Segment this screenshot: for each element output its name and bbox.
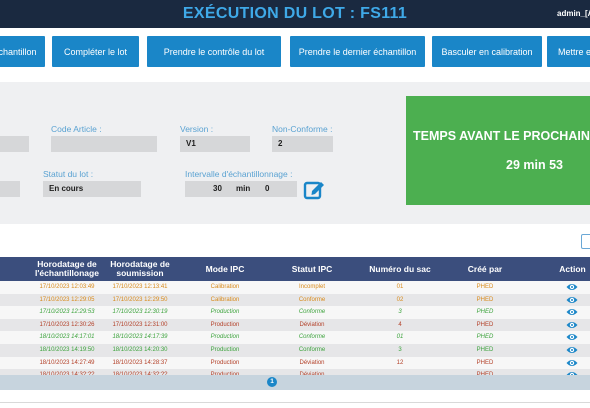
cell-bag-number: 3 (398, 347, 402, 353)
eye-icon[interactable] (566, 345, 578, 355)
cell-mode-ipc: Production (210, 347, 240, 353)
eye-icon[interactable] (566, 307, 578, 317)
cell-bag-number: 4 (398, 321, 402, 328)
cell-mode-ipc: Production (210, 321, 240, 328)
cell-submission-time: 17/10/2023 12:30:19 (112, 309, 168, 316)
cell-statut-ipc: Conforme (298, 347, 326, 353)
col-bag-number[interactable]: Numéro du sac (355, 257, 445, 281)
cell-submission-time: 17/10/2023 12:29:50 (112, 296, 168, 303)
cell-bag-number: 02 (396, 296, 404, 303)
version-label: Version : (180, 124, 214, 134)
cell-mode-ipc: Calibration (210, 296, 240, 303)
eye-icon[interactable] (566, 295, 578, 305)
complete-lot-button[interactable]: Compléter le lot (52, 36, 139, 67)
sample-button[interactable]: chantillon (0, 36, 45, 67)
action-toolbar: chantillon Compléter le lot Prendre le c… (0, 28, 590, 76)
intervalle-unit: min (236, 184, 251, 193)
col-created-by[interactable]: Créé par (445, 257, 525, 281)
non-conforme-label: Non-Conforme : (272, 124, 333, 134)
edit-square-icon[interactable] (303, 178, 325, 200)
table-row[interactable]: 17/10/2023 12:29:05 17/10/2023 12:29:50 Ca… (0, 293, 590, 307)
timer-value: 29 min 53 (506, 158, 563, 172)
cell-mode-ipc: Production (210, 334, 240, 341)
table-row[interactable]: 17/10/2023 12:03:49 17/10/2023 12:13:41 Ca… (0, 281, 590, 294)
cell-created-by: PHED (476, 334, 494, 341)
cell-submission-time: 18/10/2023 14:20:30 (112, 347, 168, 353)
cell-statut-ipc: Conforme (298, 334, 326, 341)
take-last-sample-button[interactable]: Prendre le dernier échantillon (290, 36, 425, 67)
page-title: EXÉCUTION DU LOT : FS111 (182, 5, 408, 22)
col-mode-ipc[interactable]: Mode IPC (185, 257, 265, 281)
user-label[interactable]: admin_[Ad (557, 9, 590, 18)
non-conforme-field: 2 (272, 136, 333, 152)
cell-created-by: PHED (476, 309, 494, 316)
take-control-button[interactable]: Prendre le contrôle du lot (147, 36, 281, 67)
cell-bag-number: 12 (396, 359, 404, 366)
cell-mode-ipc: Production (210, 359, 240, 366)
cell-statut-ipc: Déviation (299, 321, 325, 328)
top-bar: EXÉCUTION DU LOT : FS111 admin_[Ad (0, 0, 590, 28)
table-row[interactable]: 18/10/2023 14:27:49 18/10/2023 14:28:37 Pr… (0, 356, 590, 370)
intervalle-field: 30 min 0 (185, 181, 297, 197)
cell-mode-ipc: Calibration (210, 284, 240, 290)
col-statut-ipc[interactable]: Statut IPC (272, 257, 352, 281)
cell-statut-ipc: Incomplet (298, 284, 325, 290)
intervalle-label: Intervalle d'échantillonnage : (185, 169, 293, 179)
left-field-bottom (0, 181, 20, 197)
cell-created-by: PHED (476, 284, 494, 290)
intervalle-value: 30 (213, 184, 222, 193)
page-1-button[interactable]: 1 (267, 377, 277, 387)
divider (0, 402, 590, 403)
export-button[interactable] (581, 234, 590, 249)
cell-submission-time: 17/10/2023 12:13:41 (112, 284, 168, 290)
col-submission-time[interactable]: Horodatage de soumission (90, 257, 190, 281)
eye-icon[interactable] (566, 358, 578, 368)
cell-created-by: PHED (476, 359, 494, 366)
next-sample-timer: TEMPS AVANT LE PROCHAIN 29 min 53 (406, 96, 590, 205)
col-action: Action (559, 263, 586, 274)
switch-calibration-button[interactable]: Basculer en calibration (432, 36, 542, 67)
cell-statut-ipc: Déviation (299, 359, 325, 366)
cell-statut-ipc: Conforme (298, 309, 326, 316)
eye-icon[interactable] (566, 282, 578, 292)
cell-mode-ipc: Production (210, 309, 240, 316)
table-row[interactable]: 18/10/2023 14:17:01 18/10/2023 14:17:39 Pr… (0, 331, 590, 344)
cell-bag-number: 01 (396, 334, 404, 341)
pagination-bar: 1 (0, 375, 590, 390)
put-button[interactable]: Mettre e (547, 36, 590, 67)
cell-bag-number: 3 (398, 309, 402, 316)
cell-submission-time: 18/10/2023 14:28:37 (112, 359, 168, 366)
cell-created-by: PHED (476, 321, 494, 328)
eye-icon[interactable] (566, 332, 578, 342)
code-article-field (51, 136, 157, 152)
timer-title: TEMPS AVANT LE PROCHAIN (413, 129, 590, 143)
cell-created-by: PHED (476, 296, 494, 303)
statut-lot-field: En cours (43, 181, 141, 197)
statut-lot-label: Statut du lot : (43, 169, 94, 179)
table-row[interactable]: 17/10/2023 12:29:53 17/10/2023 12:30:19 Pr… (0, 306, 590, 319)
cell-statut-ipc: Conforme (298, 296, 326, 303)
eye-icon[interactable] (566, 320, 578, 330)
cell-created-by: PHED (476, 347, 494, 353)
code-article-label: Code Article : (51, 124, 102, 134)
left-field-top (0, 136, 29, 152)
cell-bag-number: 01 (396, 284, 404, 290)
cell-submission-time: 17/10/2023 12:31:00 (112, 321, 168, 328)
table-row[interactable]: 17/10/2023 12:30:26 17/10/2023 12:31:00 Pr… (0, 318, 590, 332)
table-header: Horodatage de l'échantillonage Horodatag… (0, 257, 590, 281)
version-field: V1 (180, 136, 250, 152)
intervalle-extra: 0 (265, 184, 270, 193)
table-row[interactable]: 18/10/2023 14:19:50 18/10/2023 14:20:30 Pr… (0, 344, 590, 357)
cell-submission-time: 18/10/2023 14:17:39 (112, 334, 168, 341)
